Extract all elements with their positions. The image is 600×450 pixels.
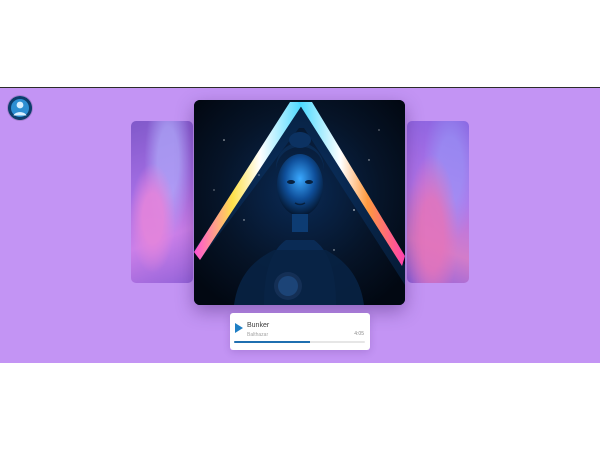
user-avatar-icon (8, 96, 32, 120)
carousel-slide-right[interactable] (407, 121, 469, 283)
user-avatar[interactable] (8, 96, 32, 120)
carousel-slide-active[interactable] (194, 100, 405, 305)
track-artist: Balthazar (247, 332, 269, 338)
audio-player: Bunker Balthazar 4:05 (230, 313, 370, 350)
progress-fill (234, 341, 310, 343)
play-icon[interactable] (235, 323, 243, 333)
progress-bar[interactable] (234, 341, 365, 343)
page: Bunker Balthazar 4:05 (0, 0, 600, 450)
track-duration: 4:05 (354, 331, 364, 337)
carousel-slide-left[interactable] (131, 121, 193, 283)
album-cover-neon-triangle (194, 100, 405, 305)
track-title: Bunker (247, 322, 270, 329)
